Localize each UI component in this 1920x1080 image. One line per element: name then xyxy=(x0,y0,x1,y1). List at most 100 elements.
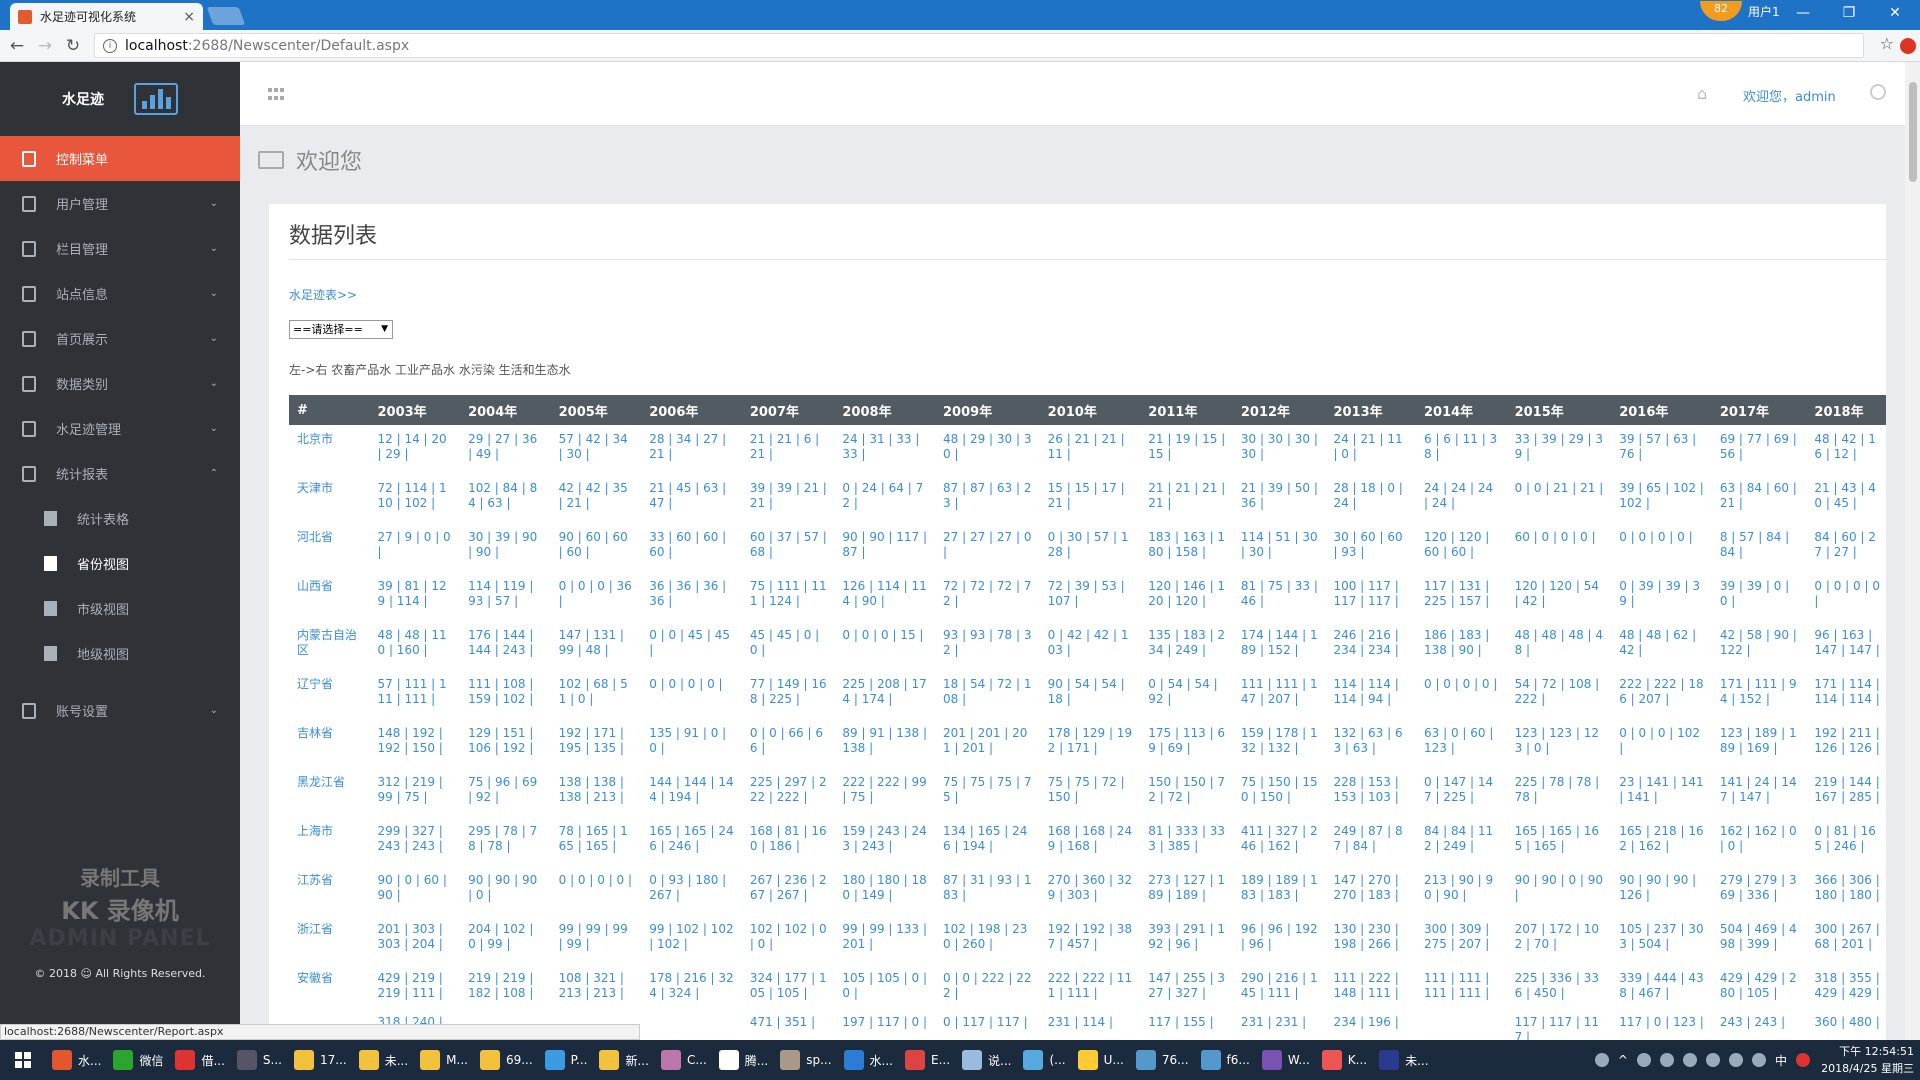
info-icon[interactable]: i xyxy=(103,38,117,53)
data-cell-link[interactable]: 175 | 113 | 69 | 69 | xyxy=(1140,719,1233,768)
data-cell-link[interactable]: 0 | 0 | 66 | 66 | xyxy=(742,719,835,768)
row-region-link[interactable]: 吉林省 xyxy=(289,719,370,768)
data-cell-link[interactable]: 75 | 96 | 69 | 92 | xyxy=(460,768,551,817)
data-cell-link[interactable]: 93 | 93 | 78 | 32 | xyxy=(935,621,1040,670)
filter-select[interactable]: ==请选择== ▼ xyxy=(289,320,393,339)
data-cell-link[interactable]: 148 | 192 | 192 | 150 | xyxy=(370,719,461,768)
taskbar-app[interactable]: 未... xyxy=(353,1040,414,1080)
data-cell-link[interactable]: 178 | 216 | 324 | 324 | xyxy=(641,964,742,1013)
taskbar-app[interactable]: S... xyxy=(231,1040,288,1080)
data-cell-link[interactable]: 99 | 99 | 99 | 99 | xyxy=(551,915,642,964)
data-cell-link[interactable]: 30 | 60 | 60 | 93 | xyxy=(1325,523,1416,572)
taskbar-app[interactable]: 17... xyxy=(288,1040,353,1080)
data-cell-link[interactable]: 0 | 0 | 21 | 21 | xyxy=(1507,474,1612,523)
data-cell-link[interactable]: 201 | 303 | 303 | 204 | xyxy=(370,915,461,964)
taskbar-app[interactable]: P... xyxy=(539,1040,594,1080)
data-cell-link[interactable]: 300 | 309 | 275 | 207 | xyxy=(1416,915,1507,964)
sidebar-subitem-city[interactable]: 市级视图 xyxy=(0,586,240,631)
data-cell-link[interactable]: 27 | 27 | 27 | 0 | xyxy=(935,523,1040,572)
start-button[interactable] xyxy=(0,1040,46,1080)
power-icon[interactable] xyxy=(1870,84,1886,100)
data-cell-link[interactable]: 75 | 150 | 150 | 150 | xyxy=(1233,768,1326,817)
taskbar-app[interactable]: C... xyxy=(655,1040,713,1080)
taskbar-app[interactable]: 借... xyxy=(169,1040,230,1080)
data-cell-link[interactable]: 0 | 30 | 57 | 128 | xyxy=(1040,523,1141,572)
data-cell-link[interactable]: 249 | 87 | 87 | 84 | xyxy=(1325,817,1416,866)
data-cell-link[interactable]: 159 | 178 | 132 | 132 | xyxy=(1233,719,1326,768)
data-cell-link[interactable]: 312 | 219 | 99 | 75 | xyxy=(370,768,461,817)
data-cell-link[interactable]: 0 | 0 | 0 | 15 | xyxy=(834,621,935,670)
data-cell-link[interactable]: 0 | 0 | 0 | 0 | xyxy=(1611,523,1712,572)
data-cell-link[interactable]: 63 | 84 | 60 | 21 | xyxy=(1712,474,1807,523)
data-cell-link[interactable]: 192 | 192 | 387 | 457 | xyxy=(1040,915,1141,964)
data-cell-link[interactable]: 120 | 120 | 60 | 60 | xyxy=(1416,523,1507,572)
data-cell-link[interactable]: 207 | 172 | 102 | 70 | xyxy=(1507,915,1612,964)
data-cell-link[interactable]: 90 | 90 | 0 | 90 | xyxy=(1507,866,1612,915)
row-region-link[interactable]: 安徽省 xyxy=(289,964,370,1013)
data-cell-link[interactable]: 0 | 39 | 39 | 39 | xyxy=(1611,572,1712,621)
data-cell-link[interactable]: 99 | 99 | 133 | 201 | xyxy=(834,915,935,964)
data-cell-link[interactable]: 42 | 58 | 90 | 122 | xyxy=(1712,621,1807,670)
data-cell-link[interactable]: 90 | 54 | 54 | 18 | xyxy=(1040,670,1141,719)
data-cell-link[interactable]: 204 | 102 | 0 | 99 | xyxy=(460,915,551,964)
restore-button[interactable]: ❐ xyxy=(1828,0,1870,28)
data-cell-link[interactable]: 24 | 21 | 11 | 0 | xyxy=(1325,425,1416,474)
data-cell-link[interactable]: 111 | 222 | 148 | 111 | xyxy=(1325,964,1416,1013)
data-cell-link[interactable]: 105 | 237 | 303 | 504 | xyxy=(1611,915,1712,964)
data-cell-link[interactable]: 60 | 0 | 0 | 0 | xyxy=(1507,523,1612,572)
sidebar-item-users[interactable]: 用户管理 ⌄ xyxy=(0,181,240,226)
data-cell-link[interactable]: 81 | 75 | 33 | 46 | xyxy=(1233,572,1326,621)
minimize-button[interactable]: — xyxy=(1782,0,1824,28)
data-cell-link[interactable]: 141 | 24 | 147 | 147 | xyxy=(1712,768,1807,817)
data-cell-link[interactable]: 180 | 180 | 180 | 149 | xyxy=(834,866,935,915)
data-cell-link[interactable]: 18 | 54 | 72 | 108 | xyxy=(935,670,1040,719)
url-field[interactable]: i localhost:2688/Newscenter/Default.aspx xyxy=(94,33,1864,58)
data-cell-link[interactable]: 0 | 0 | 45 | 45 | xyxy=(641,621,742,670)
taskbar-app[interactable]: K... xyxy=(1316,1040,1373,1080)
taskbar-app[interactable]: 76... xyxy=(1130,1040,1195,1080)
data-cell-link[interactable]: 39 | 39 | 0 | 0 | xyxy=(1712,572,1807,621)
data-cell-link[interactable]: 138 | 138 | 138 | 213 | xyxy=(551,768,642,817)
data-cell-link[interactable]: 84 | 84 | 112 | 249 | xyxy=(1416,817,1507,866)
new-tab-button[interactable] xyxy=(206,7,246,25)
data-cell-link[interactable]: 192 | 211 | 126 | 126 | xyxy=(1806,719,1886,768)
row-region-link[interactable]: 北京市 xyxy=(289,425,370,474)
data-cell-link[interactable]: 75 | 75 | 72 | 150 | xyxy=(1040,768,1141,817)
data-cell-link[interactable]: 21 | 19 | 15 | 15 | xyxy=(1140,425,1233,474)
data-cell-link[interactable]: 54 | 72 | 108 | 222 | xyxy=(1507,670,1612,719)
data-cell-link[interactable]: 429 | 429 | 280 | 105 | xyxy=(1712,964,1807,1013)
tray-app-icon[interactable] xyxy=(1682,1053,1697,1067)
data-cell-link[interactable]: 219 | 219 | 182 | 108 | xyxy=(460,964,551,1013)
data-cell-link[interactable]: 105 | 105 | 0 | 0 | xyxy=(834,964,935,1013)
data-cell-link[interactable]: 222 | 222 | 99 | 75 | xyxy=(834,768,935,817)
data-cell-link[interactable]: 48 | 29 | 30 | 30 | xyxy=(935,425,1040,474)
back-icon[interactable]: ← xyxy=(6,35,28,57)
data-cell-link[interactable]: 100 | 117 | 117 | 117 | xyxy=(1325,572,1416,621)
data-cell-link[interactable]: 0 | 0 | 222 | 222 | xyxy=(935,964,1040,1013)
ime-indicator[interactable]: 中 xyxy=(1775,1052,1787,1069)
taskbar-app[interactable]: 新... xyxy=(593,1040,654,1080)
data-cell-link[interactable]: 96 | 163 | 147 | 147 | xyxy=(1806,621,1886,670)
home-icon[interactable]: ⌂ xyxy=(1697,84,1707,103)
data-cell-link[interactable]: 81 | 333 | 333 | 385 | xyxy=(1140,817,1233,866)
data-cell-link[interactable]: 0 | 0 | 0 | 0 | xyxy=(551,866,642,915)
row-region-link[interactable]: 河北省 xyxy=(289,523,370,572)
sogou-icon[interactable] xyxy=(1796,1053,1810,1067)
data-cell-link[interactable]: 429 | 219 | 219 | 111 | xyxy=(370,964,461,1013)
data-cell-link[interactable]: 99 | 102 | 102 | 102 | xyxy=(641,915,742,964)
taskbar-app[interactable]: 未... xyxy=(1373,1040,1434,1080)
data-cell-link[interactable]: 318 | 355 | 429 | 429 | xyxy=(1806,964,1886,1013)
data-cell-link[interactable]: 42 | 42 | 35 | 21 | xyxy=(551,474,642,523)
data-cell-link[interactable]: 273 | 127 | 189 | 189 | xyxy=(1140,866,1233,915)
data-cell-link[interactable]: 165 | 165 | 246 | 246 | xyxy=(641,817,742,866)
taskbar-app[interactable]: M... xyxy=(414,1040,474,1080)
data-cell-link[interactable]: 213 | 90 | 90 | 90 | xyxy=(1416,866,1507,915)
data-cell-link[interactable]: 39 | 39 | 21 | 21 | xyxy=(742,474,835,523)
data-cell-link[interactable]: 60 | 37 | 57 | 68 | xyxy=(742,523,835,572)
data-cell-link[interactable]: 270 | 360 | 329 | 303 | xyxy=(1040,866,1141,915)
row-region-link[interactable]: 浙江省 xyxy=(289,915,370,964)
row-region-link[interactable]: 内蒙古自治区 xyxy=(289,621,370,670)
data-cell-link[interactable]: 225 | 336 | 336 | 450 | xyxy=(1507,964,1612,1013)
taskbar-app[interactable]: U... xyxy=(1072,1040,1130,1080)
data-cell-link[interactable]: 339 | 444 | 438 | 467 | xyxy=(1611,964,1712,1013)
